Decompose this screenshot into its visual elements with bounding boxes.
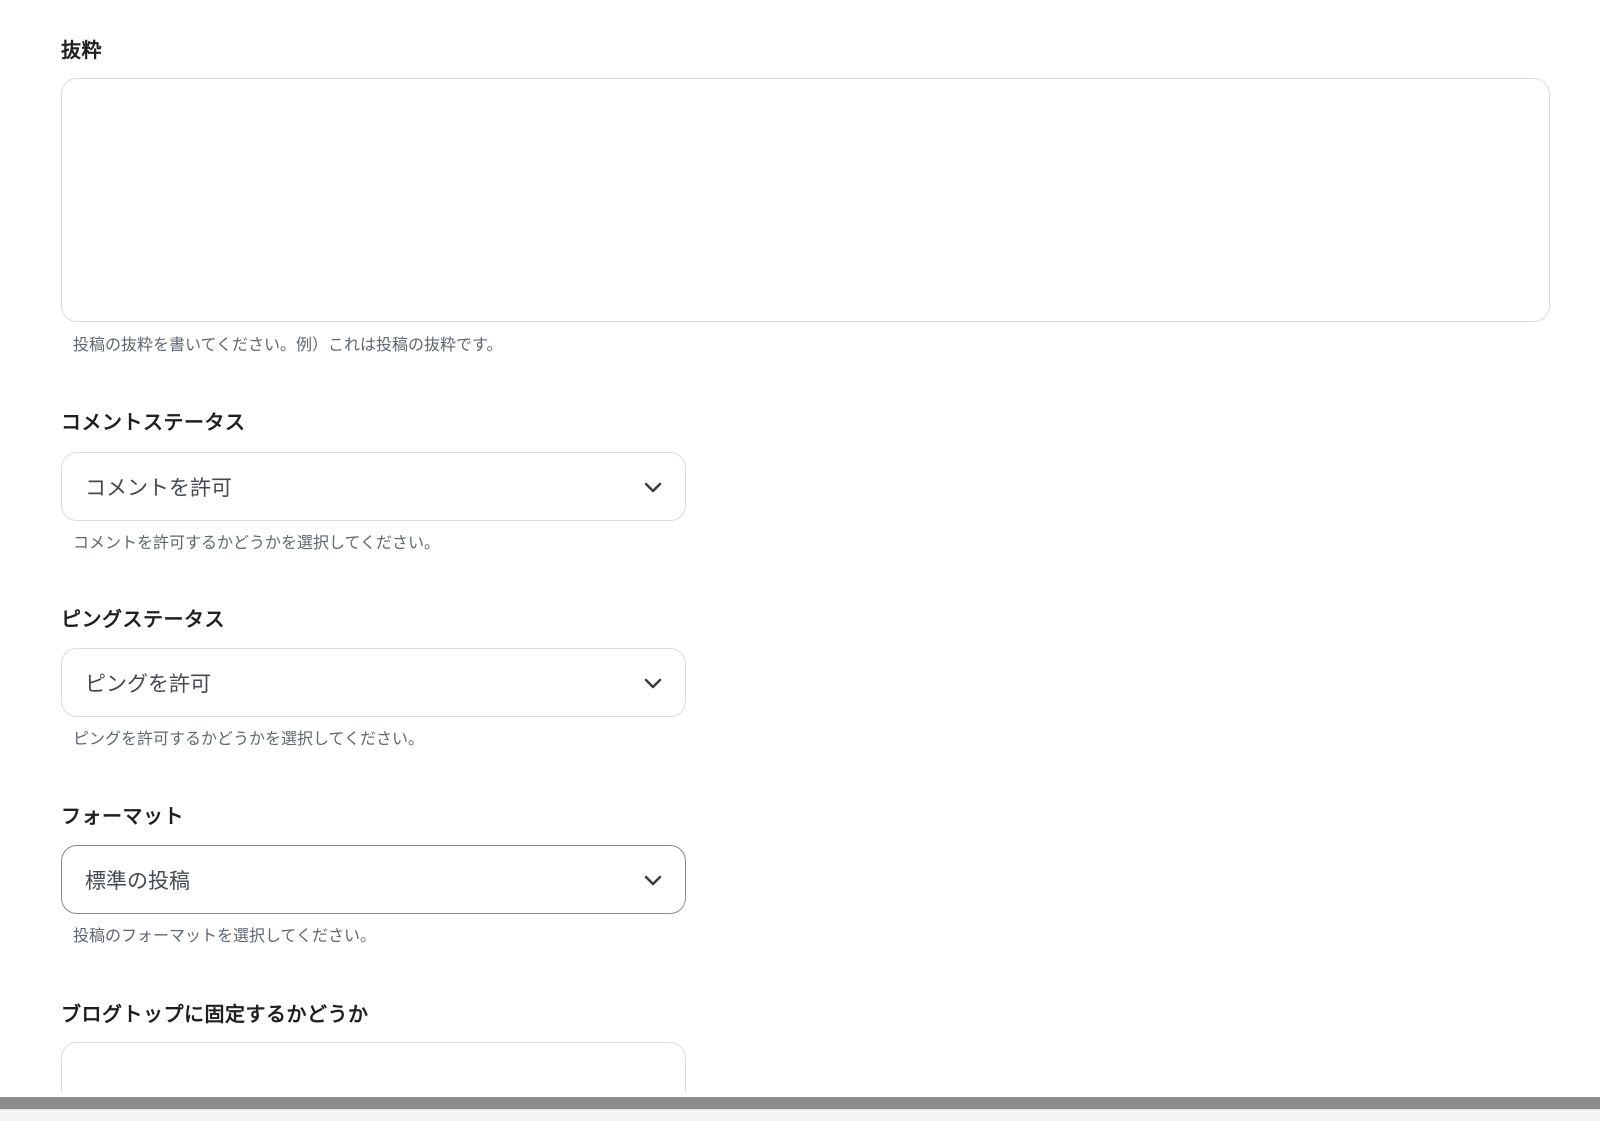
chevron-down-icon	[644, 678, 662, 688]
format-selected-value: 標準の投稿	[85, 868, 190, 893]
excerpt-textarea[interactable]	[61, 78, 1550, 322]
format-label: フォーマット	[61, 804, 184, 828]
comment-status-help-text: コメントを許可するかどうかを選択してください。	[73, 533, 441, 552]
ping-status-select[interactable]: ピングを許可	[61, 648, 686, 717]
ping-status-selected-value: ピングを許可	[85, 671, 211, 696]
chevron-down-icon	[644, 482, 662, 492]
format-help-text: 投稿のフォーマットを選択してください。	[73, 926, 377, 945]
sticky-label: ブログトップに固定するかどうか	[61, 1002, 369, 1026]
comment-status-selected-value: コメントを許可	[85, 475, 232, 500]
form-scroll-area: 抜粋 投稿の抜粋を書いてください。例）これは投稿の抜粋です。 コメントステータス…	[0, 0, 1600, 1092]
excerpt-help-text: 投稿の抜粋を書いてください。例）これは投稿の抜粋です。	[73, 335, 503, 354]
sticky-select[interactable]	[61, 1042, 686, 1092]
ping-status-label: ピングステータス	[61, 607, 225, 631]
format-select[interactable]: 標準の投稿	[61, 845, 686, 914]
excerpt-label: 抜粋	[61, 38, 102, 62]
ping-status-help-text: ピングを許可するかどうかを選択してください。	[73, 729, 425, 748]
horizontal-scrollbar[interactable]	[0, 1097, 1600, 1109]
comment-status-label: コメントステータス	[61, 410, 246, 434]
bottom-divider	[0, 1109, 1600, 1121]
comment-status-select[interactable]: コメントを許可	[61, 452, 686, 521]
chevron-down-icon	[644, 875, 662, 885]
